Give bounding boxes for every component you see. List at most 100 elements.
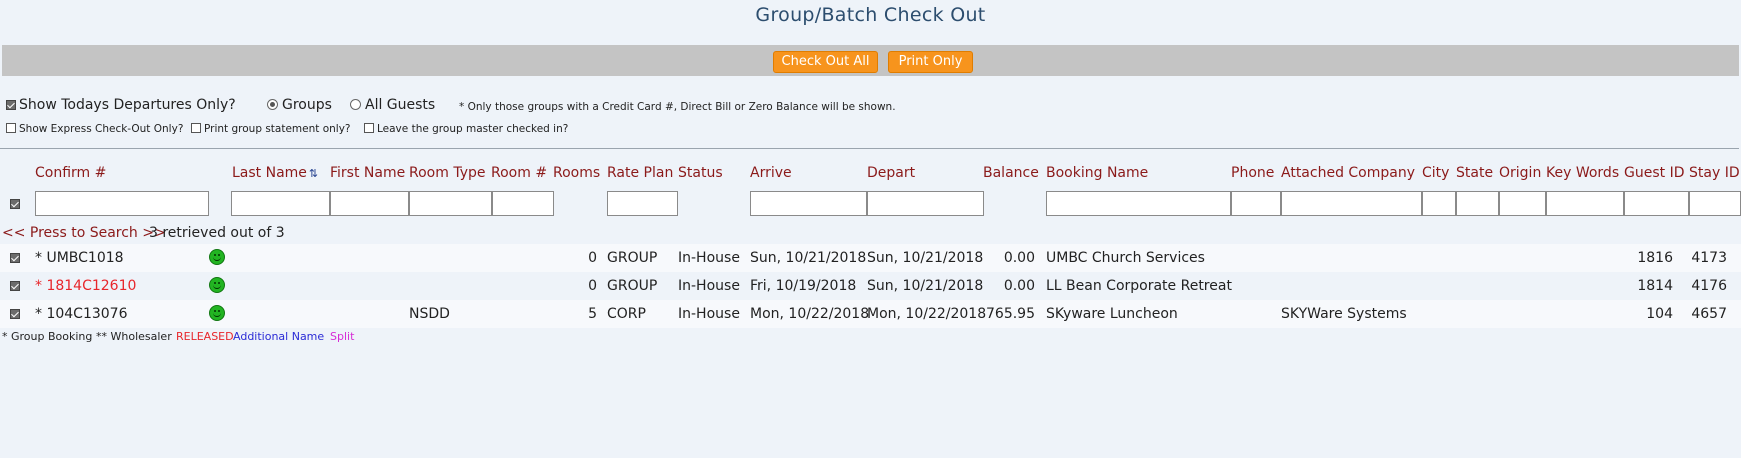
confirm-cell[interactable]: * UMBC1018: [35, 250, 124, 266]
header-rate-plan[interactable]: Rate Plan: [607, 165, 673, 181]
todays-departures-option[interactable]: Show Todays Departures Only?: [6, 97, 236, 113]
leave-master-checkbox[interactable]: [364, 123, 374, 133]
header-status[interactable]: Status: [678, 165, 723, 181]
table-row[interactable]: * 104C13076 NSDD 5 CORP In-House Mon, 10…: [0, 300, 1741, 328]
booking-name-cell: LL Bean Corporate Retreat: [1046, 278, 1232, 294]
page-title: Group/Batch Check Out: [755, 4, 986, 26]
groups-option[interactable]: Groups: [267, 97, 332, 113]
stay-id-cell: 4173: [1691, 250, 1727, 266]
header-rooms[interactable]: Rooms: [553, 165, 600, 181]
groups-radio[interactable]: [267, 99, 278, 110]
header-depart[interactable]: Depart: [867, 165, 915, 181]
header-state[interactable]: State: [1456, 165, 1493, 181]
table-row[interactable]: * UMBC1018 0 GROUP In-House Sun, 10/21/2…: [0, 244, 1741, 272]
header-balance[interactable]: Balance: [983, 165, 1039, 181]
confirm-cell[interactable]: * 1814C12610: [35, 278, 136, 294]
todays-departures-label: Show Todays Departures Only?: [19, 97, 236, 113]
rate-plan-filter-input[interactable]: [607, 191, 678, 216]
stay-id-cell: 4176: [1691, 278, 1727, 294]
select-all-checkbox[interactable]: [10, 199, 20, 209]
header-booking-name[interactable]: Booking Name: [1046, 165, 1148, 181]
room-type-filter-input[interactable]: [409, 191, 492, 216]
groups-label: Groups: [282, 97, 332, 113]
leave-master-option[interactable]: Leave the group master checked in?: [364, 123, 568, 135]
express-option[interactable]: Show Express Check-Out Only?: [6, 123, 183, 135]
print-statement-option[interactable]: Print group statement only?: [191, 123, 351, 135]
room-no-filter-input[interactable]: [492, 191, 554, 216]
confirm-filter-input[interactable]: [35, 191, 209, 216]
origin-filter-input[interactable]: [1499, 191, 1546, 216]
sort-az-icon[interactable]: ⇅: [309, 167, 318, 180]
key-words-filter-input[interactable]: [1546, 191, 1624, 216]
leave-master-label: Leave the group master checked in?: [377, 123, 569, 135]
depart-cell: Sun, 10/21/2018: [867, 250, 984, 266]
header-key-words[interactable]: Key Words: [1546, 165, 1619, 181]
header-room-no[interactable]: Room #: [491, 165, 547, 181]
legend-wholesaler: ** Wholesaler: [96, 330, 172, 343]
confirm-cell[interactable]: * 104C13076: [35, 306, 127, 322]
guest-id-cell: 104: [1646, 306, 1673, 322]
all-guests-radio[interactable]: [350, 99, 361, 110]
print-statement-checkbox[interactable]: [191, 123, 201, 133]
smiley-status-icon: [209, 305, 225, 321]
booking-name-cell: SKyware Luncheon: [1046, 306, 1178, 322]
arrive-cell: Fri, 10/19/2018: [750, 278, 857, 294]
smiley-status-icon: [209, 249, 225, 265]
print-only-button[interactable]: Print Only: [888, 51, 973, 73]
guest-id-filter-input[interactable]: [1624, 191, 1689, 216]
header-stay-id[interactable]: Stay ID: [1689, 165, 1740, 181]
todays-departures-checkbox[interactable]: [6, 100, 16, 110]
rooms-cell: 0: [588, 250, 597, 266]
balance-cell: 0.00: [1003, 278, 1035, 294]
guest-id-cell: 1814: [1637, 278, 1673, 294]
header-last-name-label: Last Name: [232, 165, 307, 181]
header-guest-id[interactable]: Guest ID: [1624, 165, 1684, 181]
header-attached-company[interactable]: Attached Company: [1281, 165, 1415, 181]
status-cell: In-House: [678, 306, 740, 322]
press-to-search-link[interactable]: << Press to Search >>: [2, 225, 166, 241]
arrive-cell: Mon, 10/22/2018: [750, 306, 870, 322]
attached-company-cell: SKYWare Systems: [1281, 306, 1407, 322]
balance-note: * Only those groups with a Credit Card #…: [459, 101, 896, 113]
header-phone[interactable]: Phone: [1231, 165, 1274, 181]
header-city[interactable]: City: [1422, 165, 1449, 181]
rate-plan-cell: GROUP: [607, 278, 658, 294]
all-guests-label: All Guests: [365, 97, 436, 113]
check-out-all-button[interactable]: Check Out All: [773, 51, 878, 73]
header-confirm[interactable]: Confirm #: [35, 165, 106, 181]
table-row[interactable]: * 1814C12610 0 GROUP In-House Fri, 10/19…: [0, 272, 1741, 300]
legend-group-booking: * Group Booking: [2, 330, 93, 343]
last-name-filter-input[interactable]: [231, 191, 330, 216]
header-origin[interactable]: Origin: [1499, 165, 1541, 181]
depart-cell: Mon, 10/22/2018: [867, 306, 987, 322]
header-last-name[interactable]: Last Name ⇅: [232, 165, 318, 181]
row-checkbox[interactable]: [10, 281, 20, 291]
booking-name-filter-input[interactable]: [1046, 191, 1231, 216]
balance-cell: 765.95: [986, 306, 1035, 322]
phone-filter-input[interactable]: [1231, 191, 1281, 216]
depart-cell: Sun, 10/21/2018: [867, 278, 984, 294]
header-first-name[interactable]: First Name: [330, 165, 405, 181]
toolbar: Check Out All Print Only: [2, 45, 1739, 76]
first-name-filter-input[interactable]: [330, 191, 409, 216]
retrieved-count: 3 retrieved out of 3: [149, 225, 285, 241]
depart-filter-input[interactable]: [867, 191, 984, 216]
state-filter-input[interactable]: [1456, 191, 1499, 216]
legend-additional-name: Additional Name: [233, 330, 325, 343]
status-cell: In-House: [678, 278, 740, 294]
express-checkbox[interactable]: [6, 123, 16, 133]
city-filter-input[interactable]: [1422, 191, 1456, 216]
header-room-type[interactable]: Room Type: [409, 165, 485, 181]
header-arrive[interactable]: Arrive: [750, 165, 792, 181]
stay-id-filter-input[interactable]: [1689, 191, 1741, 216]
arrive-cell: Sun, 10/21/2018: [750, 250, 867, 266]
row-checkbox[interactable]: [10, 309, 20, 319]
legend-split: Split: [330, 330, 355, 343]
attached-company-filter-input[interactable]: [1281, 191, 1422, 216]
balance-cell: 0.00: [1003, 250, 1035, 266]
all-guests-option[interactable]: All Guests: [350, 97, 435, 113]
row-checkbox[interactable]: [10, 253, 20, 263]
arrive-filter-input[interactable]: [750, 191, 867, 216]
rooms-cell: 5: [588, 306, 597, 322]
rate-plan-cell: CORP: [607, 306, 646, 322]
